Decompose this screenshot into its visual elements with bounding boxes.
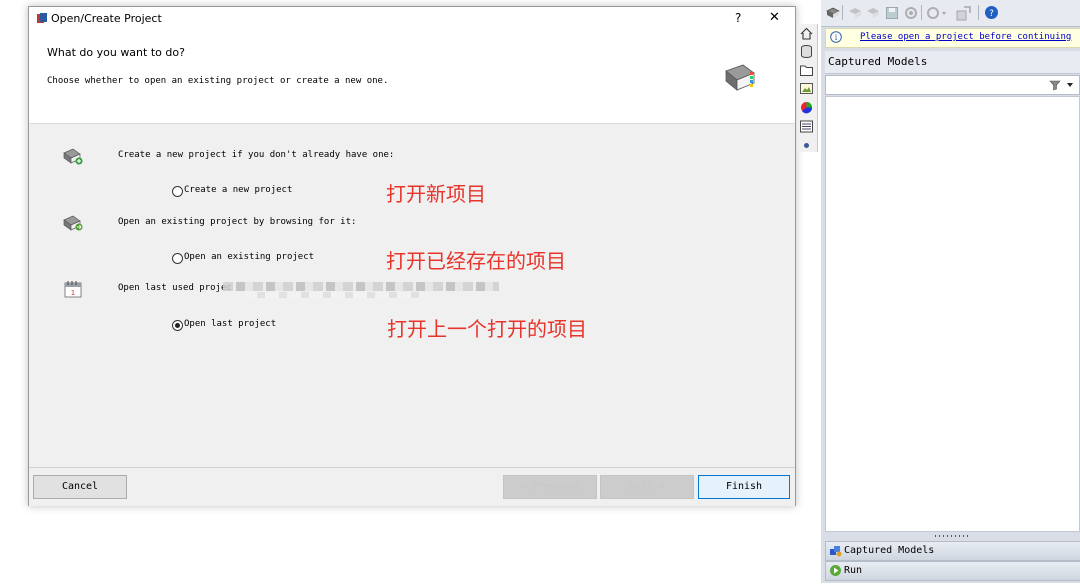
home-icon[interactable] (799, 26, 814, 41)
captured-models-list[interactable] (825, 96, 1080, 532)
annotation-open-existing-project: 打开已经存在的项目 (386, 249, 566, 273)
captured-models-header: Captured Models (825, 51, 1080, 74)
captured-models-tab-label: Captured Models (844, 545, 935, 556)
app-icon (37, 13, 47, 24)
project-book-icon (723, 63, 757, 93)
dot-icon[interactable] (799, 138, 814, 153)
info-bar: i Please open a project before continuin… (825, 28, 1080, 48)
last-project-description: Open last used projec (118, 283, 232, 293)
capture-icon[interactable] (826, 6, 840, 23)
database-icon[interactable] (799, 44, 814, 59)
save-icon[interactable] (885, 6, 899, 23)
create-new-project-radio[interactable] (172, 186, 183, 197)
run-tab-label: Run (844, 565, 863, 576)
help-icon[interactable]: ? (984, 5, 999, 23)
cancel-button[interactable]: Cancel (33, 475, 127, 499)
settings-icon[interactable] (904, 6, 918, 23)
svg-text:i: i (835, 33, 838, 42)
previous-button[interactable]: < Previous (503, 475, 597, 499)
open-last-project-label[interactable]: Open last project (184, 319, 276, 329)
create-new-project-label[interactable]: Create a new project (184, 185, 292, 195)
annotation-open-last-project: 打开上一个打开的项目 (387, 317, 587, 341)
open-create-project-dialog: Open/Create Project ? ✕ What do you want… (28, 6, 796, 506)
dialog-body: Create a new project if you don't alread… (29, 124, 795, 467)
right-panel: ? i Please open a project before continu… (821, 0, 1080, 583)
redo-icon[interactable] (866, 6, 880, 23)
new-project-description: Create a new project if you don't alread… (118, 150, 395, 160)
open-project-link[interactable]: Please open a project before continuing (860, 32, 1071, 42)
dialog-footer: Cancel < Previous Next > Finish (29, 467, 795, 506)
right-toolbar: ? (821, 0, 1080, 27)
dialog-title: Open/Create Project (51, 12, 162, 25)
page-subtitle: Choose whether to open an existing proje… (47, 76, 389, 86)
svg-text:?: ? (989, 9, 994, 19)
list-view-icon[interactable] (799, 119, 814, 134)
filter-dropdown-icon[interactable] (1048, 78, 1076, 95)
captured-models-title: Captured Models (828, 55, 928, 68)
open-existing-description: Open an existing project by browsing for… (118, 217, 357, 227)
folder-icon[interactable] (799, 63, 814, 78)
new-project-icon (63, 147, 83, 165)
close-button[interactable]: ✕ (769, 10, 780, 25)
open-existing-project-label[interactable]: Open an existing project (184, 252, 314, 262)
svg-text:1: 1 (71, 289, 75, 297)
splitter-grip (935, 535, 971, 537)
next-button[interactable]: Next > (600, 475, 694, 499)
page-heading: What do you want to do? (47, 46, 185, 59)
captured-models-tab[interactable]: Captured Models (825, 541, 1080, 561)
gear-dropdown-icon[interactable] (926, 6, 948, 23)
annotation-open-new-project: 打开新项目 (386, 182, 486, 206)
captured-models-filter[interactable] (825, 75, 1080, 95)
open-last-project-radio[interactable] (172, 320, 183, 331)
help-button[interactable]: ? (735, 11, 741, 25)
run-tab[interactable]: Run (825, 561, 1080, 581)
panel-splitter[interactable] (825, 533, 1080, 540)
image-icon[interactable] (799, 81, 814, 96)
blurred-project-path-lower (243, 292, 423, 298)
calendar-icon: 1 (64, 280, 82, 298)
toolbar-separator (842, 5, 843, 20)
open-existing-project-icon (63, 214, 83, 232)
run-icon (829, 564, 842, 584)
side-toolbar (797, 24, 818, 152)
blurred-project-path (223, 282, 499, 291)
info-icon: i (830, 31, 842, 46)
dialog-titlebar: Open/Create Project ? ✕ (29, 7, 795, 31)
dialog-header: What do you want to do? Choose whether t… (29, 31, 795, 124)
export-icon[interactable] (956, 5, 972, 24)
toolbar-separator (921, 5, 922, 20)
open-existing-project-radio[interactable] (172, 253, 183, 264)
finish-button[interactable]: Finish (698, 475, 790, 499)
undo-icon[interactable] (848, 6, 862, 23)
toolbar-separator (978, 5, 979, 20)
color-wheel-icon[interactable] (799, 100, 814, 115)
